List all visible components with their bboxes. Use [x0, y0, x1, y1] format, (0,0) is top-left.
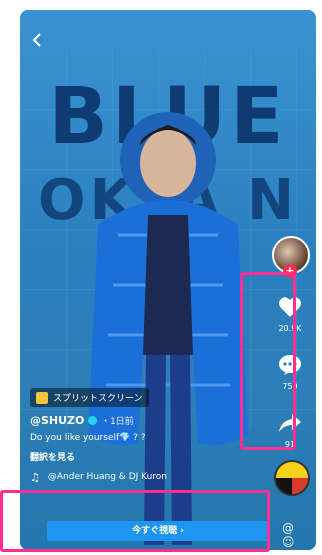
music-disc-icon[interactable] [274, 460, 310, 496]
back-chevron-icon[interactable] [32, 32, 42, 53]
music-line[interactable]: ♫ @Ander Huang & DJ Kuron [30, 471, 260, 484]
split-screen-icon [36, 391, 48, 404]
cta-highlight-box [0, 490, 270, 552]
actions-highlight-box [240, 272, 296, 450]
mention-icon[interactable]: @ [282, 521, 294, 535]
bottom-icons: @ ☺ [282, 521, 316, 549]
split-screen-tag[interactable]: スプリットスクリーン [30, 388, 149, 407]
creator-line[interactable]: @SHUZO ・1日前 [30, 414, 260, 427]
translate-link[interactable]: 翻訳を見る [30, 450, 260, 463]
video-caption: Do you like yourself💎 ? ? [30, 432, 146, 443]
split-screen-label: スプリットスクリーン [53, 394, 143, 404]
creator-username[interactable]: @SHUZO [30, 414, 84, 427]
verified-badge-icon [88, 416, 98, 425]
video-info: スプリットスクリーン @SHUZO ・1日前 Do you like yours… [30, 388, 260, 484]
emoji-icon[interactable]: ☺ [282, 535, 295, 549]
music-note-icon: ♫ [30, 470, 40, 484]
music-title: @Ander Huang & DJ Kuron [47, 472, 168, 482]
post-time: ・1日前 [101, 416, 134, 427]
